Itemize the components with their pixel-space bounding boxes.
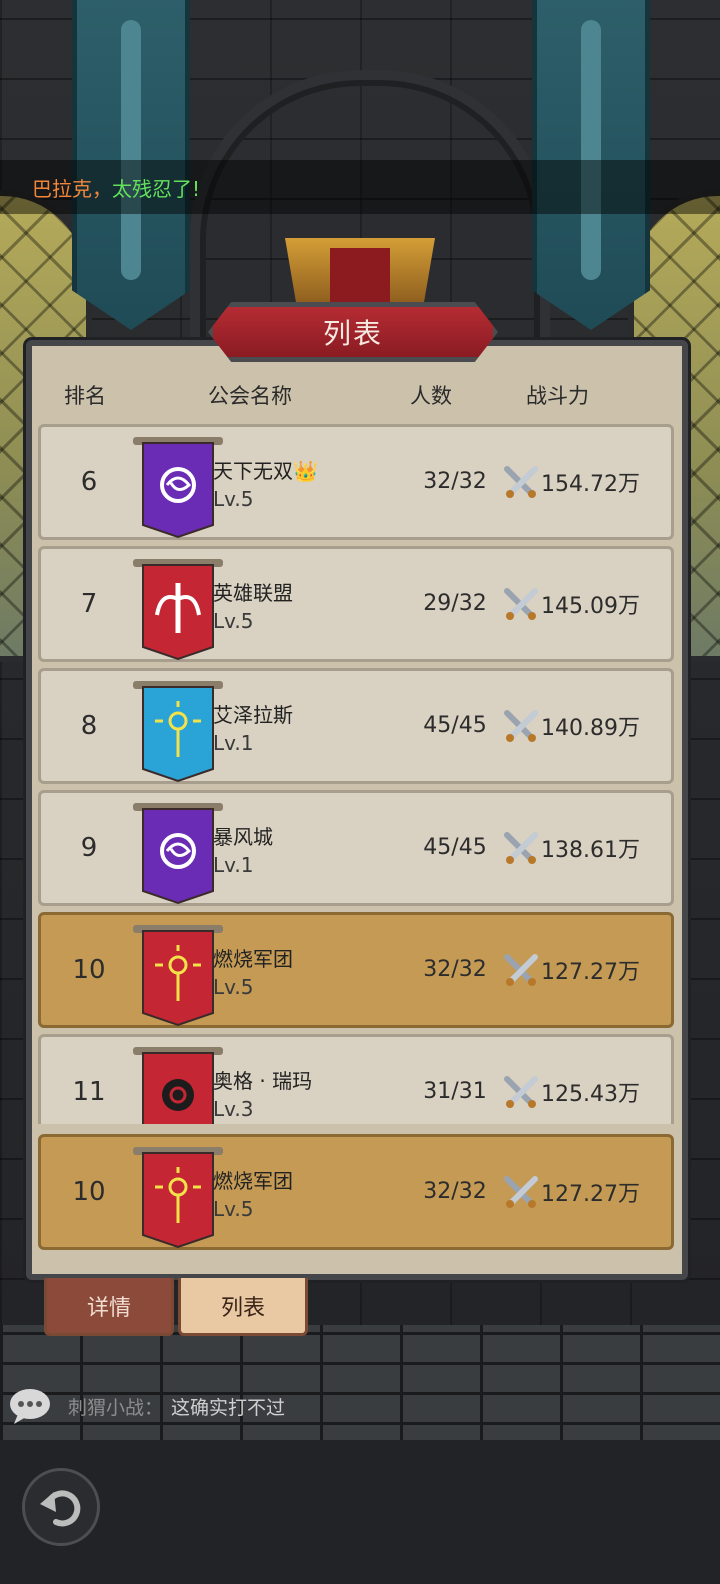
tab-detail[interactable]: 详情 <box>44 1278 174 1336</box>
guild-power-value: 125.43万 <box>541 1082 640 1107</box>
guild-row[interactable]: 11 奥格 · 瑞玛 Lv.3 31/31 125.43万 <box>38 1034 674 1124</box>
guild-name: 英雄联盟 <box>213 577 293 606</box>
bottom-bar <box>0 1440 720 1584</box>
guild-power-value: 140.89万 <box>541 716 640 741</box>
header-rank: 排名 <box>64 384 106 408</box>
guild-members: 32/32 <box>423 957 487 982</box>
guild-name-text: 奥格 · 瑞玛 <box>213 1069 313 1093</box>
guild-power: 127.27万 <box>503 953 640 987</box>
crossed-swords-icon <box>504 710 538 742</box>
guild-level: Lv.5 <box>213 1197 254 1221</box>
guild-name: 燃烧军团 <box>213 1169 293 1193</box>
guild-row[interactable]: 9 暴风城 Lv.1 45/45 138.61万 <box>38 790 674 906</box>
guild-rank: 9 <box>80 833 98 863</box>
guild-power: 145.09万 <box>503 587 640 621</box>
guild-crest-decoration <box>285 238 435 308</box>
guild-power: 154.72万 <box>503 465 640 499</box>
guild-flag-icon <box>133 559 223 661</box>
guild-level: Lv.1 <box>213 731 254 755</box>
guild-level: Lv.5 <box>213 487 254 511</box>
guild-members: 32/32 <box>423 1179 487 1204</box>
guild-level: Lv.1 <box>213 853 254 877</box>
crossed-swords-icon <box>504 1076 538 1108</box>
guild-name-text: 燃烧军团 <box>213 947 293 971</box>
crossed-swords-icon <box>504 832 538 864</box>
back-arrow-icon <box>40 1490 81 1527</box>
guild-rank: 8 <box>80 711 98 741</box>
crossed-swords-icon <box>504 954 538 986</box>
crown-icon: 👑 <box>293 459 318 483</box>
guild-name: 燃烧军团 <box>213 943 293 972</box>
guild-members: 31/31 <box>423 1079 487 1104</box>
guild-power: 140.89万 <box>503 709 640 743</box>
guild-flag-icon <box>133 681 223 783</box>
guild-rank: 11 <box>72 1077 106 1107</box>
header-members: 人数 <box>410 384 452 408</box>
panel-title: 列表 <box>208 302 498 362</box>
guild-name: 暴风城 <box>213 821 273 850</box>
guild-power: 125.43万 <box>503 1075 640 1109</box>
guild-name-text: 艾泽拉斯 <box>213 703 293 727</box>
guild-flag-icon <box>133 1147 223 1249</box>
guild-flag-icon <box>133 925 223 1027</box>
bottom-tabs: 详情 列表 <box>44 1278 308 1336</box>
guild-rank: 6 <box>80 467 98 497</box>
guild-rank: 10 <box>72 1177 106 1207</box>
chat-text: 这确实打不过 <box>171 1396 286 1419</box>
back-button[interactable] <box>22 1468 100 1546</box>
message-speaker: 巴拉克， <box>32 176 112 201</box>
system-message-bar: 巴拉克， 太残忍了! <box>0 160 720 214</box>
guild-row[interactable]: 8 艾泽拉斯 Lv.1 45/45 140.89万 <box>38 668 674 784</box>
chat-user: 刺猬小战： <box>68 1396 164 1419</box>
guild-name-text: 天下无双 <box>213 459 293 483</box>
column-headers: 排名 公会名称 人数 战斗力 <box>36 380 676 416</box>
guild-row[interactable]: 6 天下无双👑 Lv.5 32/32 154.72万 <box>38 424 674 540</box>
header-power: 战斗力 <box>526 384 589 408</box>
guild-members: 29/32 <box>423 591 487 616</box>
header-guild-name: 公会名称 <box>208 384 292 408</box>
guild-power-value: 127.27万 <box>541 960 640 985</box>
crossed-swords-icon <box>504 1176 538 1208</box>
guild-members: 45/45 <box>423 713 487 738</box>
chat-line[interactable]: 刺猬小战： 这确实打不过 <box>8 1382 708 1430</box>
guild-row[interactable]: 7 英雄联盟 Lv.5 29/32 145.09万 <box>38 546 674 662</box>
guild-level: Lv.5 <box>213 609 254 633</box>
guild-power-value: 138.61万 <box>541 838 640 863</box>
guild-rank: 10 <box>72 955 106 985</box>
guild-power-value: 127.27万 <box>541 1182 640 1207</box>
my-guild-pinned: 10 燃烧军团 Lv.5 32/32 127.27万 <box>38 1134 674 1256</box>
guild-name: 天下无双👑 <box>213 455 318 484</box>
guild-power: 138.61万 <box>503 831 640 865</box>
guild-row[interactable]: 10 燃烧军团 Lv.5 32/32 127.27万 <box>38 912 674 1028</box>
guild-members: 32/32 <box>423 469 487 494</box>
guild-name: 艾泽拉斯 <box>213 699 293 728</box>
guild-level: Lv.5 <box>213 975 254 999</box>
crossed-swords-icon <box>504 588 538 620</box>
guild-name-text: 英雄联盟 <box>213 581 293 605</box>
chat-bubble-icon[interactable] <box>8 1386 52 1426</box>
guild-flag-icon <box>133 803 223 905</box>
tab-list[interactable]: 列表 <box>178 1278 308 1336</box>
guild-flag-icon <box>133 437 223 539</box>
guild-power-value: 154.72万 <box>541 472 640 497</box>
guild-name-text: 暴风城 <box>213 825 273 849</box>
my-guild-row[interactable]: 10 燃烧军团 Lv.5 32/32 127.27万 <box>38 1134 674 1250</box>
guild-name: 奥格 · 瑞玛 <box>213 1065 312 1094</box>
guild-power: 127.27万 <box>503 1175 640 1209</box>
guild-list[interactable]: 6 天下无双👑 Lv.5 32/32 154.72万 7 英雄联盟 Lv.5 29/32 145.… <box>38 424 674 1124</box>
guild-level: Lv.3 <box>213 1097 254 1121</box>
guild-members: 45/45 <box>423 835 487 860</box>
message-text: 太残忍了! <box>112 176 201 201</box>
guild-power-value: 145.09万 <box>541 594 640 619</box>
crossed-swords-icon <box>504 466 538 498</box>
guild-rank: 7 <box>80 589 98 619</box>
